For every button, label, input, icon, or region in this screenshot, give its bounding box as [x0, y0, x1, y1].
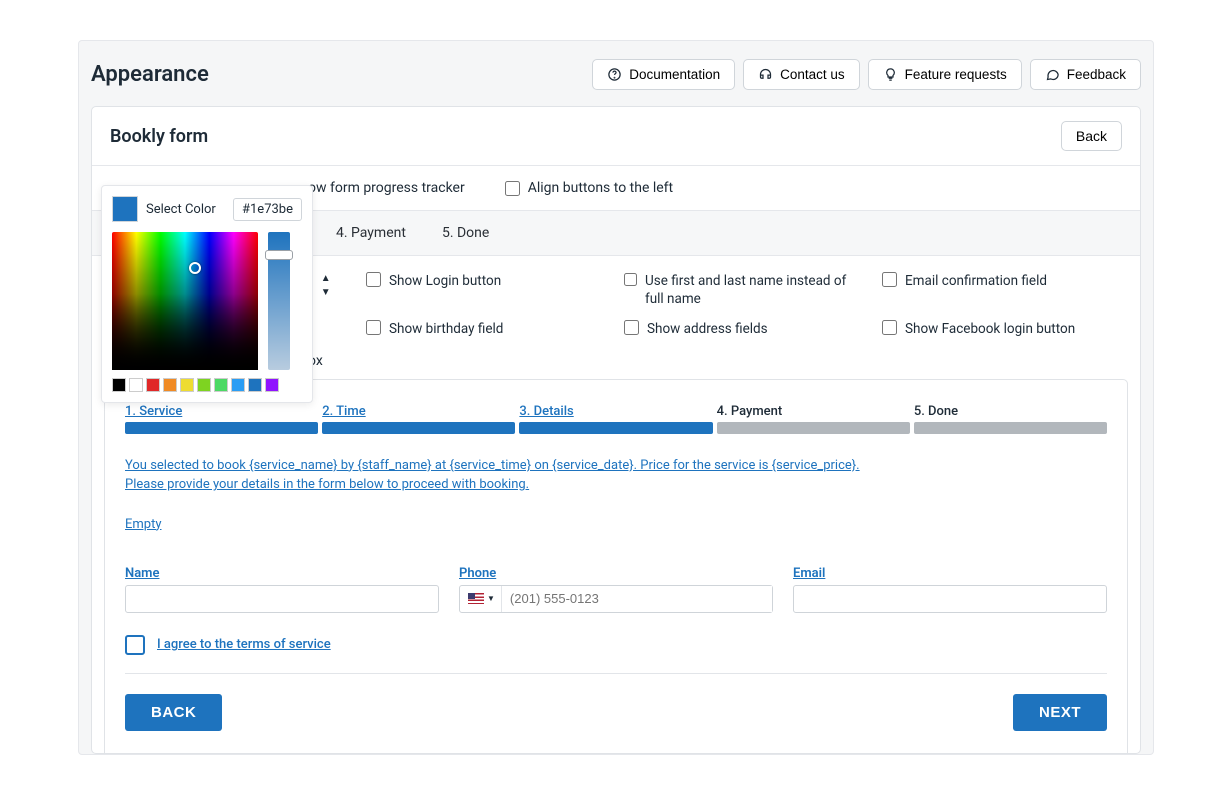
color-lightness-slider[interactable] [268, 232, 290, 370]
facebook-checkbox[interactable] [882, 320, 897, 335]
summary-text[interactable]: You selected to book {service_name} by {… [125, 456, 1107, 495]
flag-us-icon [468, 593, 484, 604]
progress-step-bar [914, 422, 1107, 434]
palette-swatch[interactable] [146, 378, 160, 392]
email-label[interactable]: Email [793, 566, 1107, 581]
palette-swatch[interactable] [180, 378, 194, 392]
documentation-button[interactable]: Documentation [592, 59, 735, 90]
progress-step-bar [519, 422, 712, 434]
progress-step-label[interactable]: 1. Service [125, 404, 318, 419]
color-hex-input[interactable]: #1e73be [233, 198, 302, 221]
empty-placeholder[interactable]: Empty [125, 517, 162, 532]
progress-step-label: 4. Payment [717, 404, 910, 419]
address-checkbox[interactable] [624, 320, 639, 335]
name-label[interactable]: Name [125, 566, 439, 581]
palette-swatch[interactable] [248, 378, 262, 392]
name-input[interactable] [125, 585, 439, 613]
phone-label[interactable]: Phone [459, 566, 773, 581]
current-color-swatch[interactable] [112, 196, 138, 222]
page-title: Appearance [91, 62, 209, 87]
email-confirm-checkbox[interactable] [882, 272, 897, 287]
phone-input[interactable] [502, 586, 772, 612]
help-circle-icon [607, 67, 622, 82]
progress-step-bar [322, 422, 515, 434]
tab-done[interactable]: 5. Done [424, 211, 507, 255]
headset-icon [758, 67, 773, 82]
color-picker-popover: Select Color #1e73be [101, 185, 313, 403]
full-name-checkbox[interactable] [624, 272, 637, 287]
preview-form: 1. Service 2. Time 3. Details 4. Payment 5. … [104, 379, 1128, 753]
chat-icon [1045, 67, 1060, 82]
email-confirm-option[interactable]: Email confirmation field [882, 272, 1124, 308]
country-flag-selector[interactable]: ▼ [460, 586, 502, 612]
card-title: Bookly form [110, 126, 208, 147]
palette-swatch[interactable] [129, 378, 143, 392]
tab-payment[interactable]: 4. Payment [318, 211, 424, 255]
color-saturation-area[interactable] [112, 232, 258, 370]
next-button[interactable]: NEXT [1013, 694, 1107, 731]
terms-label[interactable]: I agree to the terms of service [157, 637, 331, 652]
facebook-option[interactable]: Show Facebook login button [882, 320, 1124, 338]
feedback-button[interactable]: Feedback [1030, 59, 1141, 90]
select-color-label: Select Color [146, 202, 216, 217]
palette-swatch[interactable] [265, 378, 279, 392]
email-input[interactable] [793, 585, 1107, 613]
phone-input-wrapper[interactable]: ▼ [459, 585, 773, 613]
align-buttons-label: Align buttons to the left [528, 180, 673, 196]
feature-requests-button[interactable]: Feature requests [868, 59, 1022, 90]
contact-label: Contact us [780, 67, 845, 82]
birthday-checkbox[interactable] [366, 320, 381, 335]
slider-handle[interactable] [265, 250, 293, 260]
chevron-down-icon: ▼ [487, 594, 495, 603]
back-button[interactable]: BACK [125, 694, 222, 731]
show-login-option[interactable]: Show Login button [366, 272, 608, 308]
palette-swatch[interactable] [197, 378, 211, 392]
full-name-option[interactable]: Use first and last name instead of full … [624, 272, 866, 308]
feedback-label: Feedback [1067, 67, 1126, 82]
palette-swatch[interactable] [163, 378, 177, 392]
align-buttons-option[interactable]: Align buttons to the left [505, 180, 673, 196]
progress-step-label: 5. Done [914, 404, 1107, 419]
back-top-button[interactable]: Back [1061, 121, 1122, 151]
header-buttons: Documentation Contact us Feature request… [592, 59, 1141, 90]
palette-swatch[interactable] [112, 378, 126, 392]
color-palette [112, 378, 302, 392]
progress-step-label[interactable]: 3. Details [519, 404, 712, 419]
progress-step-label[interactable]: 2. Time [322, 404, 515, 419]
progress-tracker: 1. Service 2. Time 3. Details 4. Payment 5. … [125, 404, 1107, 434]
show-progress-tracker-partial: ow form progress tracker [308, 180, 465, 196]
palette-swatch[interactable] [214, 378, 228, 392]
show-login-checkbox[interactable] [366, 272, 381, 287]
progress-step-bar [717, 422, 910, 434]
terms-checkbox[interactable] [125, 635, 145, 655]
bulb-icon [883, 67, 898, 82]
palette-swatch[interactable] [231, 378, 245, 392]
align-buttons-checkbox[interactable] [505, 181, 520, 196]
progress-step-bar [125, 422, 318, 434]
contact-button[interactable]: Contact us [743, 59, 860, 90]
color-cursor[interactable] [189, 262, 201, 274]
feature-label: Feature requests [905, 67, 1007, 82]
documentation-label: Documentation [629, 67, 720, 82]
updown-icon[interactable]: ▲▼ [321, 272, 331, 299]
birthday-option[interactable]: Show birthday field [366, 320, 608, 338]
address-option[interactable]: Show address fields [624, 320, 866, 338]
